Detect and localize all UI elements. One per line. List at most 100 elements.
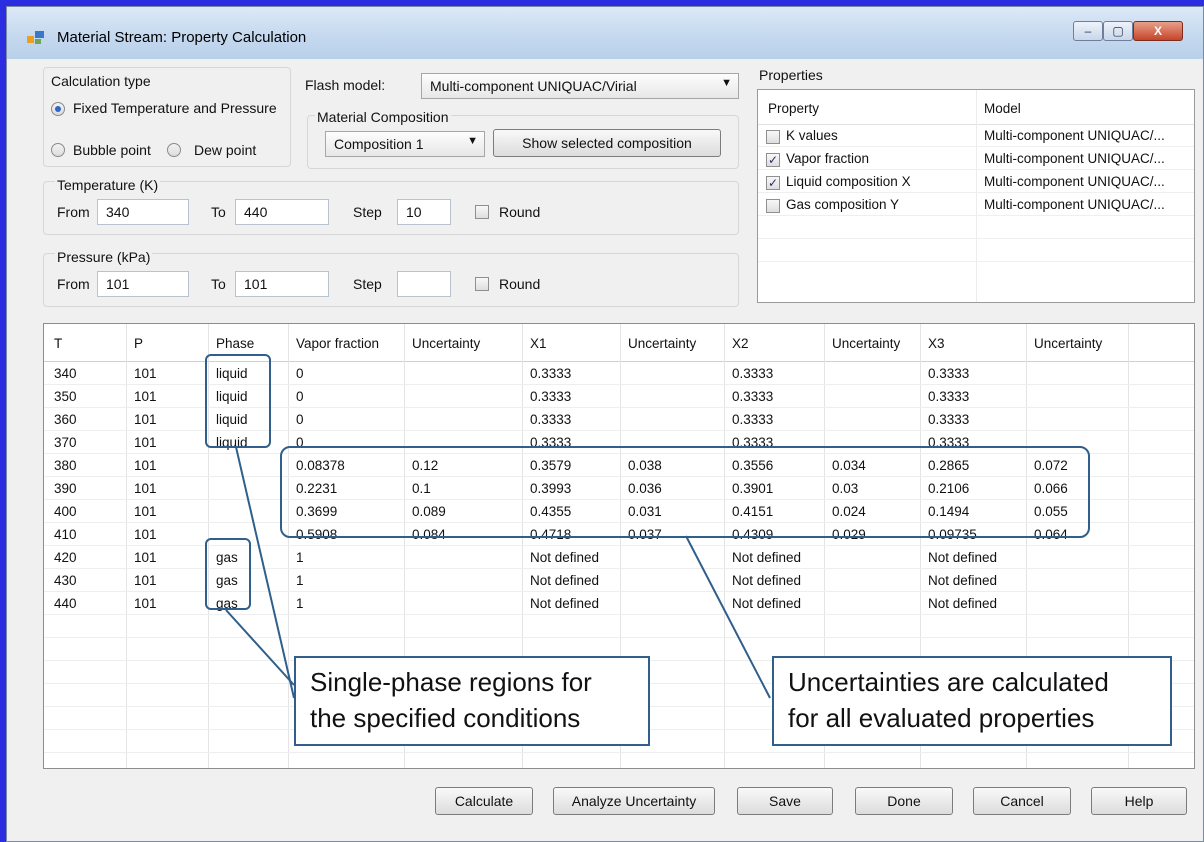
grid-column-divider bbox=[288, 324, 289, 768]
calculate-button[interactable]: Calculate bbox=[435, 787, 533, 815]
title-bar[interactable]: Material Stream: Property Calculation – … bbox=[7, 7, 1203, 59]
grid-cell[interactable]: 1 bbox=[296, 550, 304, 565]
column-header-x3[interactable]: X3 bbox=[928, 336, 945, 351]
composition-value: Composition 1 bbox=[334, 136, 424, 152]
grid-cell[interactable]: 340 bbox=[54, 366, 77, 381]
grid-cell[interactable]: 101 bbox=[134, 412, 157, 427]
grid-cell[interactable]: 1 bbox=[296, 596, 304, 611]
property-model: Multi-component UNIQUAC/... bbox=[984, 128, 1165, 143]
grid-cell[interactable]: Not defined bbox=[928, 596, 997, 611]
temperature-from-input[interactable]: 340 bbox=[97, 199, 189, 225]
grid-cell[interactable]: 0.3333 bbox=[530, 389, 571, 404]
grid-cell[interactable]: 430 bbox=[54, 573, 77, 588]
temperature-label: Temperature (K) bbox=[55, 177, 161, 193]
grid-cell[interactable]: 360 bbox=[54, 412, 77, 427]
radio-bubble-point[interactable] bbox=[51, 143, 65, 157]
grid-cell[interactable]: 380 bbox=[54, 458, 77, 473]
grid-cell[interactable]: 0 bbox=[296, 366, 304, 381]
analyze-uncertainty-button[interactable]: Analyze Uncertainty bbox=[553, 787, 715, 815]
column-header-x2-uncertainty[interactable]: Uncertainty bbox=[832, 336, 900, 351]
pressure-from-label: From bbox=[57, 276, 90, 292]
pressure-step-input[interactable] bbox=[397, 271, 451, 297]
temperature-round-checkbox[interactable] bbox=[475, 205, 489, 219]
window-title: Material Stream: Property Calculation bbox=[57, 29, 307, 46]
pressure-round-checkbox[interactable] bbox=[475, 277, 489, 291]
grid-cell[interactable]: 0.3333 bbox=[928, 412, 969, 427]
grid-cell[interactable]: Not defined bbox=[732, 573, 801, 588]
grid-cell[interactable]: Not defined bbox=[530, 550, 599, 565]
property-model: Multi-component UNIQUAC/... bbox=[984, 174, 1165, 189]
column-header-x2[interactable]: X2 bbox=[732, 336, 749, 351]
grid-cell[interactable]: 0.3333 bbox=[732, 366, 773, 381]
grid-cell[interactable]: 390 bbox=[54, 481, 77, 496]
grid-cell[interactable]: 0.3333 bbox=[928, 366, 969, 381]
grid-cell[interactable]: 400 bbox=[54, 504, 77, 519]
maximize-button[interactable]: ▢ bbox=[1103, 21, 1133, 41]
property-checkbox-vapor-fraction[interactable]: ✓ bbox=[766, 153, 780, 167]
grid-cell[interactable]: 0.3333 bbox=[530, 412, 571, 427]
grid-cell[interactable]: 0 bbox=[296, 389, 304, 404]
column-header-x1-uncertainty[interactable]: Uncertainty bbox=[628, 336, 696, 351]
grid-cell[interactable]: Not defined bbox=[928, 573, 997, 588]
pressure-label: Pressure (kPa) bbox=[55, 249, 153, 265]
grid-cell[interactable]: 0.3333 bbox=[732, 412, 773, 427]
temperature-to-input[interactable]: 440 bbox=[235, 199, 329, 225]
grid-cell[interactable]: Not defined bbox=[732, 596, 801, 611]
grid-cell[interactable]: 101 bbox=[134, 389, 157, 404]
column-header-x1[interactable]: X1 bbox=[530, 336, 547, 351]
grid-cell[interactable]: Not defined bbox=[732, 550, 801, 565]
grid-cell[interactable]: 370 bbox=[54, 435, 77, 450]
minimize-button[interactable]: – bbox=[1073, 21, 1103, 41]
property-column-header[interactable]: Property bbox=[768, 101, 819, 116]
grid-cell[interactable]: 410 bbox=[54, 527, 77, 542]
properties-label: Properties bbox=[759, 67, 823, 83]
grid-cell[interactable]: 1 bbox=[296, 573, 304, 588]
grid-cell[interactable]: 101 bbox=[134, 596, 157, 611]
grid-cell[interactable]: 350 bbox=[54, 389, 77, 404]
grid-cell[interactable]: 101 bbox=[134, 458, 157, 473]
done-button[interactable]: Done bbox=[855, 787, 953, 815]
grid-cell[interactable]: Not defined bbox=[530, 596, 599, 611]
grid-cell[interactable]: Not defined bbox=[928, 550, 997, 565]
grid-cell[interactable]: 0.3333 bbox=[732, 389, 773, 404]
property-checkbox-liquid-composition[interactable]: ✓ bbox=[766, 176, 780, 190]
column-header-vapor-uncertainty[interactable]: Uncertainty bbox=[412, 336, 480, 351]
column-header-x3-uncertainty[interactable]: Uncertainty bbox=[1034, 336, 1102, 351]
grid-cell[interactable]: 101 bbox=[134, 527, 157, 542]
column-header-t[interactable]: T bbox=[54, 336, 62, 351]
grid-cell[interactable]: 101 bbox=[134, 550, 157, 565]
grid-cell[interactable]: 101 bbox=[134, 573, 157, 588]
radio-dew-point[interactable] bbox=[167, 143, 181, 157]
grid-cell[interactable]: 101 bbox=[134, 504, 157, 519]
help-button[interactable]: Help bbox=[1091, 787, 1187, 815]
column-header-p[interactable]: P bbox=[134, 336, 143, 351]
grid-cell[interactable]: 101 bbox=[134, 366, 157, 381]
flash-model-select[interactable]: Multi-component UNIQUAC/Virial ▼ bbox=[421, 73, 739, 99]
grid-cell[interactable]: 0.3333 bbox=[530, 366, 571, 381]
grid-cell[interactable]: Not defined bbox=[530, 573, 599, 588]
cancel-button[interactable]: Cancel bbox=[973, 787, 1071, 815]
single-phase-callout: Single-phase regions for the specified c… bbox=[294, 656, 650, 746]
column-header-phase[interactable]: Phase bbox=[216, 336, 254, 351]
grid-cell[interactable]: 0 bbox=[296, 412, 304, 427]
grid-cell[interactable]: 440 bbox=[54, 596, 77, 611]
show-composition-button[interactable]: Show selected composition bbox=[493, 129, 721, 157]
radio-fixed-tp-label: Fixed Temperature and Pressure bbox=[73, 100, 277, 116]
grid-cell[interactable]: 101 bbox=[134, 481, 157, 496]
grid-cell[interactable]: 101 bbox=[134, 435, 157, 450]
radio-fixed-tp[interactable] bbox=[51, 102, 65, 116]
flash-model-value: Multi-component UNIQUAC/Virial bbox=[430, 78, 637, 94]
property-checkbox-k-values[interactable] bbox=[766, 130, 780, 144]
model-column-header[interactable]: Model bbox=[984, 101, 1021, 116]
composition-select[interactable]: Composition 1 ▼ bbox=[325, 131, 485, 157]
pressure-to-input[interactable]: 101 bbox=[235, 271, 329, 297]
grid-cell[interactable]: 420 bbox=[54, 550, 77, 565]
temperature-step-input[interactable]: 10 bbox=[397, 199, 451, 225]
save-button[interactable]: Save bbox=[737, 787, 833, 815]
close-button[interactable]: X bbox=[1133, 21, 1183, 41]
column-header-vapor-fraction[interactable]: Vapor fraction bbox=[296, 336, 379, 351]
pressure-from-input[interactable]: 101 bbox=[97, 271, 189, 297]
property-checkbox-gas-composition[interactable] bbox=[766, 199, 780, 213]
grid-cell[interactable]: 0.3333 bbox=[928, 389, 969, 404]
properties-column-divider bbox=[976, 90, 977, 302]
